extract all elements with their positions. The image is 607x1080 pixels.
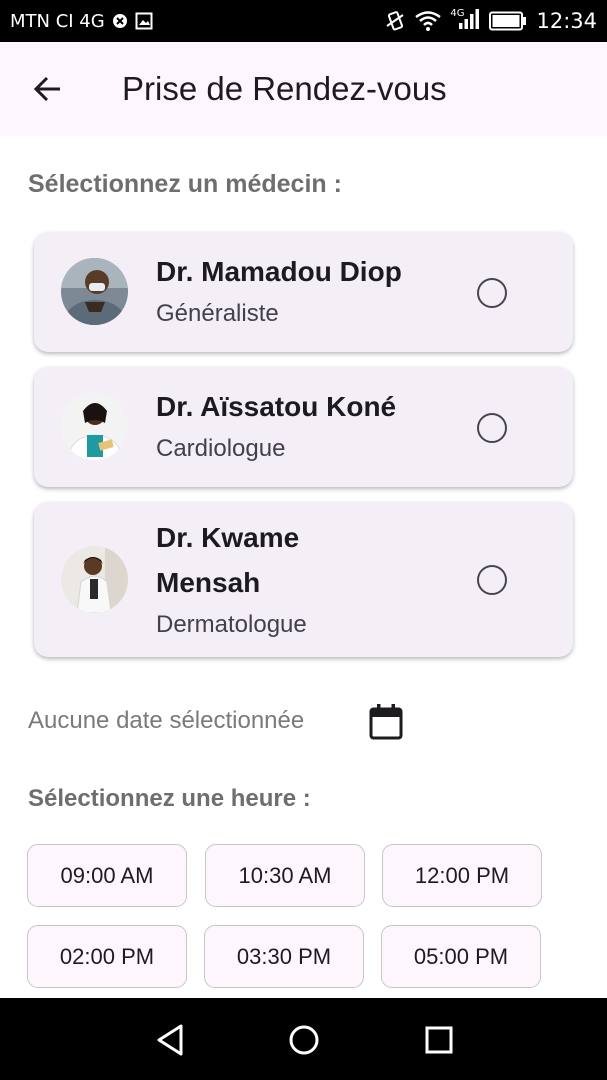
back-triangle-icon	[157, 1024, 183, 1056]
time-slot-0900[interactable]: 09:00 AM	[27, 844, 187, 907]
system-nav-bar	[0, 998, 607, 1080]
nav-recents-button[interactable]	[417, 1018, 461, 1062]
vibrate-icon	[384, 10, 406, 32]
doctor-avatar	[61, 258, 128, 325]
doctor-specialty: Généraliste	[156, 300, 279, 327]
battery-icon	[489, 11, 527, 31]
calendar-icon	[369, 704, 403, 740]
doctor-card-mamadou-diop[interactable]: Dr. Mamadou Diop Généraliste	[34, 232, 573, 352]
doctor-info: Dr. Aïssatou Koné Cardiologue	[156, 384, 396, 467]
clock: 12:34	[536, 9, 597, 33]
doctor-info: Dr. Kwame Mensah Dermatologue	[156, 515, 307, 643]
doctor-name-line-1: Dr. Kwame	[156, 522, 300, 553]
time-section-label: Sélectionnez une heure :	[28, 785, 311, 812]
doctor-name: Dr. Mamadou Diop	[156, 256, 402, 287]
doctor-specialty: Cardiologue	[156, 435, 286, 462]
nav-back-button[interactable]	[148, 1018, 192, 1062]
doctor-info: Dr. Mamadou Diop Généraliste	[156, 249, 402, 332]
date-picker-button[interactable]	[366, 702, 406, 742]
recents-square-icon	[425, 1026, 453, 1054]
time-slot-1030[interactable]: 10:30 AM	[205, 844, 365, 907]
doctor-specialty: Dermatologue	[156, 611, 307, 638]
doctor-card-aissatou-kone[interactable]: Dr. Aïssatou Koné Cardiologue	[34, 367, 573, 487]
time-slot-1530[interactable]: 03:30 PM	[204, 925, 364, 988]
doctor-avatar	[61, 546, 128, 613]
wifi-icon	[415, 11, 442, 31]
time-slot-1200[interactable]: 12:00 PM	[382, 844, 542, 907]
doctor-radio-button[interactable]	[477, 565, 507, 595]
carrier-label: MTN CI 4G	[10, 10, 105, 32]
selected-date-text: Aucune date sélectionnée	[28, 707, 305, 734]
time-slot-1400[interactable]: 02:00 PM	[27, 925, 187, 988]
doctor-name: Dr. Aïssatou Koné	[156, 391, 397, 422]
doctor-radio-button[interactable]	[477, 413, 507, 443]
status-bar: MTN CI 4G 4G 12:34	[0, 0, 607, 42]
doctor-name-line-2: Mensah	[156, 567, 261, 598]
blocked-circle-icon	[112, 13, 128, 29]
network-type-label: 4G	[450, 7, 465, 19]
nav-home-button[interactable]	[282, 1018, 326, 1062]
doctor-section-label: Sélectionnez un médecin :	[28, 170, 342, 198]
arrow-left-icon	[33, 76, 60, 102]
app-bar: Prise de Rendez-vous	[0, 42, 607, 136]
image-icon	[135, 12, 153, 30]
back-button[interactable]	[24, 65, 72, 113]
doctor-avatar	[61, 393, 128, 460]
page-title: Prise de Rendez-vous	[122, 70, 447, 107]
network-type-group: 4G	[450, 7, 480, 34]
doctor-card-kwame-mensah[interactable]: Dr. Kwame Mensah Dermatologue	[34, 502, 573, 657]
time-slot-1700[interactable]: 05:00 PM	[381, 925, 541, 988]
doctor-radio-button[interactable]	[477, 278, 507, 308]
home-circle-icon	[289, 1025, 319, 1055]
